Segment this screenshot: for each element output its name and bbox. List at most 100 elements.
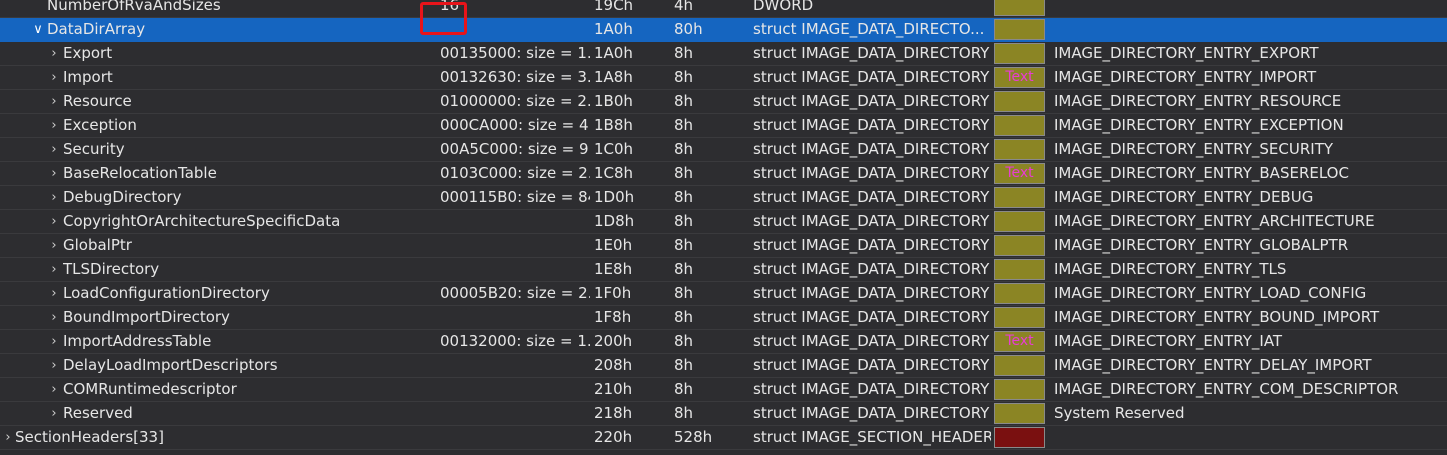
field-name: SectionHeaders[33] <box>15 428 164 446</box>
tree-row[interactable]: › CopyrightOrArchitectureSpecificData 1D8h… <box>0 210 1447 234</box>
color-swatch[interactable] <box>994 115 1045 136</box>
collapse-chevron-icon[interactable]: ∨ <box>32 18 44 41</box>
expand-chevron-icon[interactable]: › <box>48 114 60 137</box>
tree-row[interactable]: › COMRuntimedescriptor 210h 8h struct IMAGE_… <box>0 378 1447 402</box>
field-value[interactable]: 000115B0: size = 84 <box>440 186 590 209</box>
field-value[interactable]: 16 <box>440 0 590 17</box>
field-size: 8h <box>674 140 694 158</box>
tree-row[interactable]: › Reserved 218h 8h struct IMAGE_DATA_DIRECTO… <box>0 402 1447 426</box>
field-value[interactable]: 01000000: size = 2... <box>440 90 590 113</box>
color-swatch[interactable] <box>994 259 1045 280</box>
expand-chevron-icon[interactable]: › <box>48 42 60 65</box>
tree-row[interactable]: › ImportAddressTable 00132000: size = 1...… <box>0 330 1447 354</box>
tree-row[interactable]: › LoadConfigurationDirectory 00005B20: siz… <box>0 282 1447 306</box>
field-comment: IMAGE_DIRECTORY_ENTRY_COM_DESCRIPTOR <box>1054 380 1399 398</box>
field-value[interactable]: 00132630: size = 3... <box>440 66 590 89</box>
field-name: BaseRelocationTable <box>63 164 217 182</box>
tree-row[interactable]: › DebugDirectory 000115B0: size = 84 1D0h 8h… <box>0 186 1447 210</box>
expand-chevron-icon[interactable]: › <box>48 234 60 257</box>
color-swatch[interactable] <box>994 19 1045 40</box>
expand-chevron-icon[interactable]: › <box>48 138 60 161</box>
tree-row[interactable]: › DelayLoadImportDescriptors 208h 8h struct … <box>0 354 1447 378</box>
expand-chevron-icon[interactable]: › <box>48 330 60 353</box>
expand-chevron-icon[interactable]: › <box>48 378 60 401</box>
color-swatch[interactable] <box>994 403 1045 424</box>
expand-chevron-icon[interactable]: › <box>48 354 60 377</box>
color-swatch[interactable]: Text <box>994 67 1045 88</box>
color-swatch[interactable]: Text <box>994 331 1045 352</box>
field-comment: IMAGE_DIRECTORY_ENTRY_IAT <box>1054 332 1283 350</box>
field-comment: IMAGE_DIRECTORY_ENTRY_ARCHITECTURE <box>1054 212 1375 230</box>
field-comment: IMAGE_DIRECTORY_ENTRY_IMPORT <box>1054 68 1317 86</box>
field-value[interactable] <box>440 234 590 257</box>
color-swatch[interactable] <box>994 355 1045 376</box>
tree-row[interactable]: › TLSDirectory 1E8h 8h struct IMAGE_DATA_DIR… <box>0 258 1447 282</box>
field-name: COMRuntimedescriptor <box>63 380 237 398</box>
color-swatch[interactable] <box>994 43 1045 64</box>
color-swatch[interactable] <box>994 307 1045 328</box>
field-name: GlobalPtr <box>63 236 132 254</box>
color-swatch[interactable] <box>994 0 1045 16</box>
field-type: DWORD <box>753 0 814 14</box>
tree-row[interactable]: › BaseRelocationTable 0103C000: size = 2..… <box>0 162 1447 186</box>
tree-row[interactable]: NumberOfRvaAndSizes 16 19Ch 4h DWORD <box>0 0 1447 18</box>
field-value[interactable]: 0103C000: size = 2... <box>440 162 590 185</box>
color-swatch[interactable] <box>994 235 1045 256</box>
expand-chevron-icon[interactable]: › <box>48 186 60 209</box>
field-value[interactable] <box>440 426 590 449</box>
expand-chevron-icon[interactable]: › <box>48 210 60 233</box>
tree-row[interactable]: › BoundImportDirectory 1F8h 8h struct IMAGE_… <box>0 306 1447 330</box>
tree-row[interactable]: › Import 00132630: size = 3... 1A8h 8h struct… <box>0 66 1447 90</box>
color-swatch[interactable] <box>994 283 1045 304</box>
field-value[interactable] <box>440 258 590 281</box>
field-comment: IMAGE_DIRECTORY_ENTRY_EXPORT <box>1054 44 1319 62</box>
tree-row[interactable]: › Resource 01000000: size = 2... 1B0h 8h stru… <box>0 90 1447 114</box>
color-swatch[interactable] <box>994 139 1045 160</box>
tree-row[interactable]: › Security 00A5C000: size = 9... 1C0h 8h stru… <box>0 138 1447 162</box>
tree-row[interactable]: ∨ DataDirArray 1A0h 80h struct IMAGE_DATA_DI… <box>0 18 1447 42</box>
field-comment: IMAGE_DIRECTORY_ENTRY_BASERELOC <box>1054 164 1349 182</box>
field-start: 1A0h <box>594 44 633 62</box>
expand-chevron-icon[interactable]: › <box>48 306 60 329</box>
field-size: 8h <box>674 404 694 422</box>
field-type: struct IMAGE_SECTION_HEADER <box>753 428 991 446</box>
color-swatch[interactable] <box>994 187 1045 208</box>
expand-chevron-icon[interactable]: › <box>48 162 60 185</box>
field-start: 220h <box>594 428 633 446</box>
color-swatch[interactable] <box>994 427 1045 448</box>
expand-chevron-icon[interactable]: › <box>48 258 60 281</box>
color-swatch[interactable] <box>994 379 1045 400</box>
color-swatch[interactable] <box>994 91 1045 112</box>
field-start: 1C0h <box>594 140 634 158</box>
tree-row[interactable]: › SectionHeaders[33] 220h 528h struct IMAGE_… <box>0 426 1447 450</box>
field-value[interactable]: 00135000: size = 1... <box>440 42 590 65</box>
expand-chevron-icon[interactable]: › <box>48 90 60 113</box>
field-name: ImportAddressTable <box>63 332 212 350</box>
field-start: 208h <box>594 356 633 374</box>
field-value[interactable] <box>440 354 590 377</box>
expand-chevron-icon[interactable]: › <box>48 282 60 305</box>
expand-chevron-icon[interactable]: › <box>2 426 14 449</box>
field-value[interactable]: 00A5C000: size = 9... <box>440 138 590 161</box>
field-name: Exception <box>63 116 137 134</box>
field-value[interactable] <box>440 18 590 41</box>
tree-row[interactable]: › Export 00135000: size = 1... 1A0h 8h struct… <box>0 42 1447 66</box>
color-swatch[interactable]: Text <box>994 163 1045 184</box>
tree-row[interactable]: › GlobalPtr 1E0h 8h struct IMAGE_DATA_DIRECT… <box>0 234 1447 258</box>
field-value[interactable]: 00005B20: size = 2... <box>440 282 590 305</box>
field-value[interactable]: 00132000: size = 1... <box>440 330 590 353</box>
field-size: 8h <box>674 92 694 110</box>
field-value[interactable] <box>440 378 590 401</box>
field-value[interactable] <box>440 210 590 233</box>
field-type: struct IMAGE_DATA_DIRECTORY <box>753 164 990 182</box>
template-results-tree[interactable]: NumberOfRvaAndSizes 16 19Ch 4h DWORD ∨ DataDir… <box>0 0 1447 455</box>
field-comment: IMAGE_DIRECTORY_ENTRY_LOAD_CONFIG <box>1054 284 1367 302</box>
field-value[interactable]: 000CA000: size = 4... <box>440 114 590 137</box>
field-name: Resource <box>63 92 132 110</box>
expand-chevron-icon[interactable]: › <box>48 402 60 425</box>
tree-row[interactable]: › Exception 000CA000: size = 4... 1B8h 8h str… <box>0 114 1447 138</box>
expand-chevron-icon[interactable]: › <box>48 66 60 89</box>
field-value[interactable] <box>440 306 590 329</box>
field-value[interactable] <box>440 402 590 425</box>
color-swatch[interactable] <box>994 211 1045 232</box>
